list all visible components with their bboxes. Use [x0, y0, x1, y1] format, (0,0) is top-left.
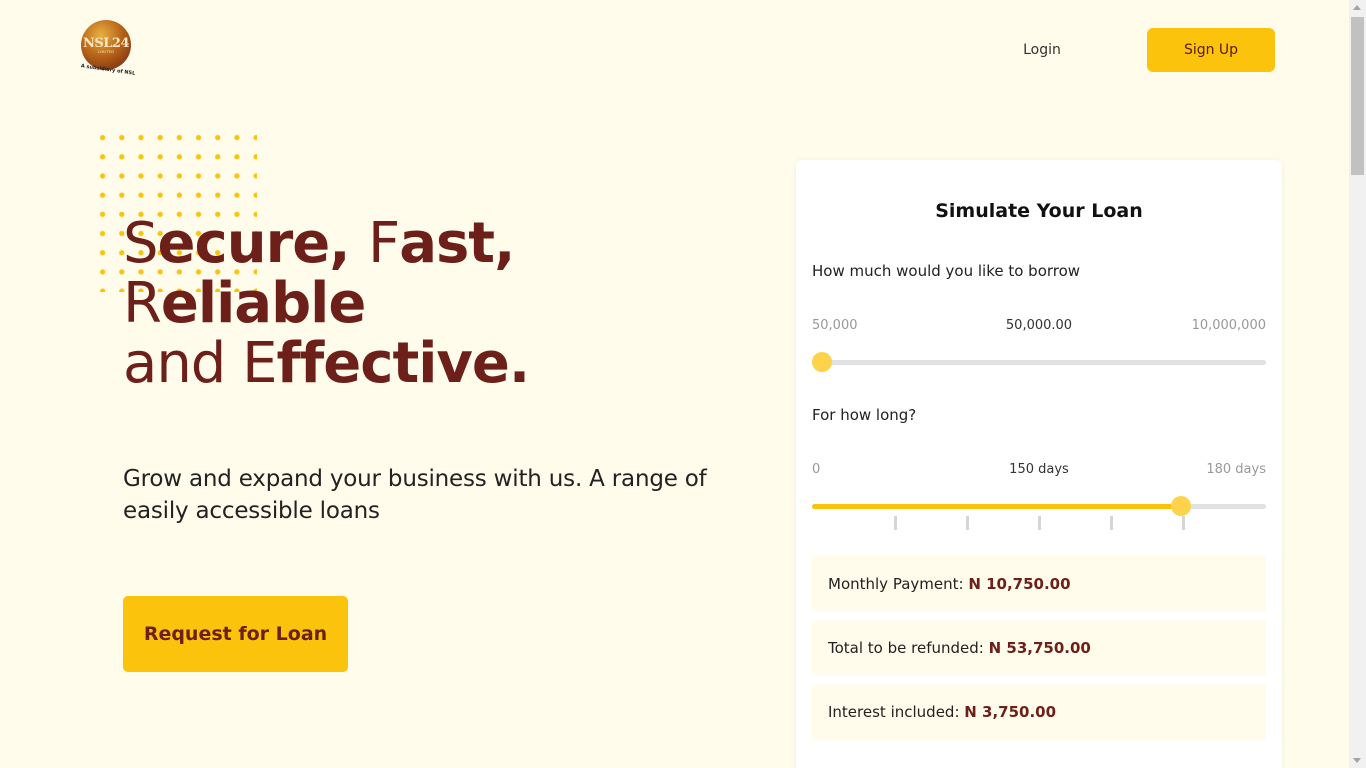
headline-part: S	[123, 211, 159, 276]
duration-slider[interactable]	[812, 496, 1266, 530]
duration-tick	[1037, 516, 1041, 530]
result-value: N 3,750.00	[964, 703, 1057, 721]
scroll-up-arrow-icon[interactable]	[1353, 5, 1361, 10]
duration-tick	[965, 516, 969, 530]
total-refund-row: Total to be refunded: N 53,750.00	[812, 620, 1266, 676]
logo-subtext: LIMITED	[97, 49, 115, 54]
result-value: N 10,750.00	[968, 575, 1071, 593]
amount-question: How much would you like to borrow	[812, 262, 1081, 280]
duration-tick	[1109, 516, 1113, 530]
headline-part: and E	[123, 331, 278, 396]
duration-value: 150 days	[1009, 462, 1069, 477]
headline-line-1: Secure, Fast,	[123, 214, 683, 274]
scroll-down-arrow-icon[interactable]	[1353, 758, 1361, 763]
interest-row: Interest included: N 3,750.00	[812, 684, 1266, 740]
headline-part: ffective.	[276, 331, 531, 396]
duration-max: 180 days	[1206, 462, 1266, 477]
logo-emblem: NSL24 LIMITED	[81, 20, 131, 70]
duration-slider-fill	[812, 504, 1181, 509]
duration-tick	[1181, 516, 1185, 530]
result-value: N 53,750.00	[988, 639, 1091, 657]
request-loan-button[interactable]: Request for Loan	[123, 596, 348, 672]
amount-slider[interactable]	[812, 352, 1266, 372]
loan-simulator-card: Simulate Your Loan How much would you li…	[796, 160, 1282, 768]
headline-line-3: and Effective.	[123, 334, 683, 394]
signup-button[interactable]: Sign Up	[1147, 28, 1275, 72]
duration-slider-thumb[interactable]	[1171, 496, 1191, 516]
simulator-title: Simulate Your Loan	[935, 200, 1143, 222]
amount-max: 10,000,000	[1191, 318, 1266, 333]
login-link[interactable]: Login	[1006, 38, 1078, 62]
headline-line-2: Reliable	[123, 274, 683, 334]
result-label: Monthly Payment:	[828, 575, 969, 593]
duration-tick	[893, 516, 897, 530]
hero-subtitle: Grow and expand your business with us. A…	[123, 466, 707, 524]
logo-text: NSL24	[82, 35, 130, 51]
headline-part: F	[367, 211, 400, 276]
duration-question: For how long?	[812, 406, 917, 424]
headline-part: R	[123, 271, 162, 336]
result-label: Interest included:	[828, 703, 965, 721]
headline-part: eliable	[160, 271, 366, 336]
amount-slider-thumb[interactable]	[812, 352, 832, 372]
hero-headline: Secure, Fast, Reliable and Effective.	[123, 214, 683, 394]
company-logo[interactable]: NSL24 LIMITED A subsidiary of NSL	[76, 18, 140, 78]
scrollbar-thumb[interactable]	[1351, 17, 1364, 175]
page-scrollbar[interactable]	[1349, 0, 1366, 768]
headline-part: ast,	[399, 211, 515, 276]
headline-part: ecure,	[157, 211, 368, 276]
result-label: Total to be refunded:	[828, 639, 989, 657]
monthly-payment-row: Monthly Payment: N 10,750.00	[812, 556, 1266, 612]
